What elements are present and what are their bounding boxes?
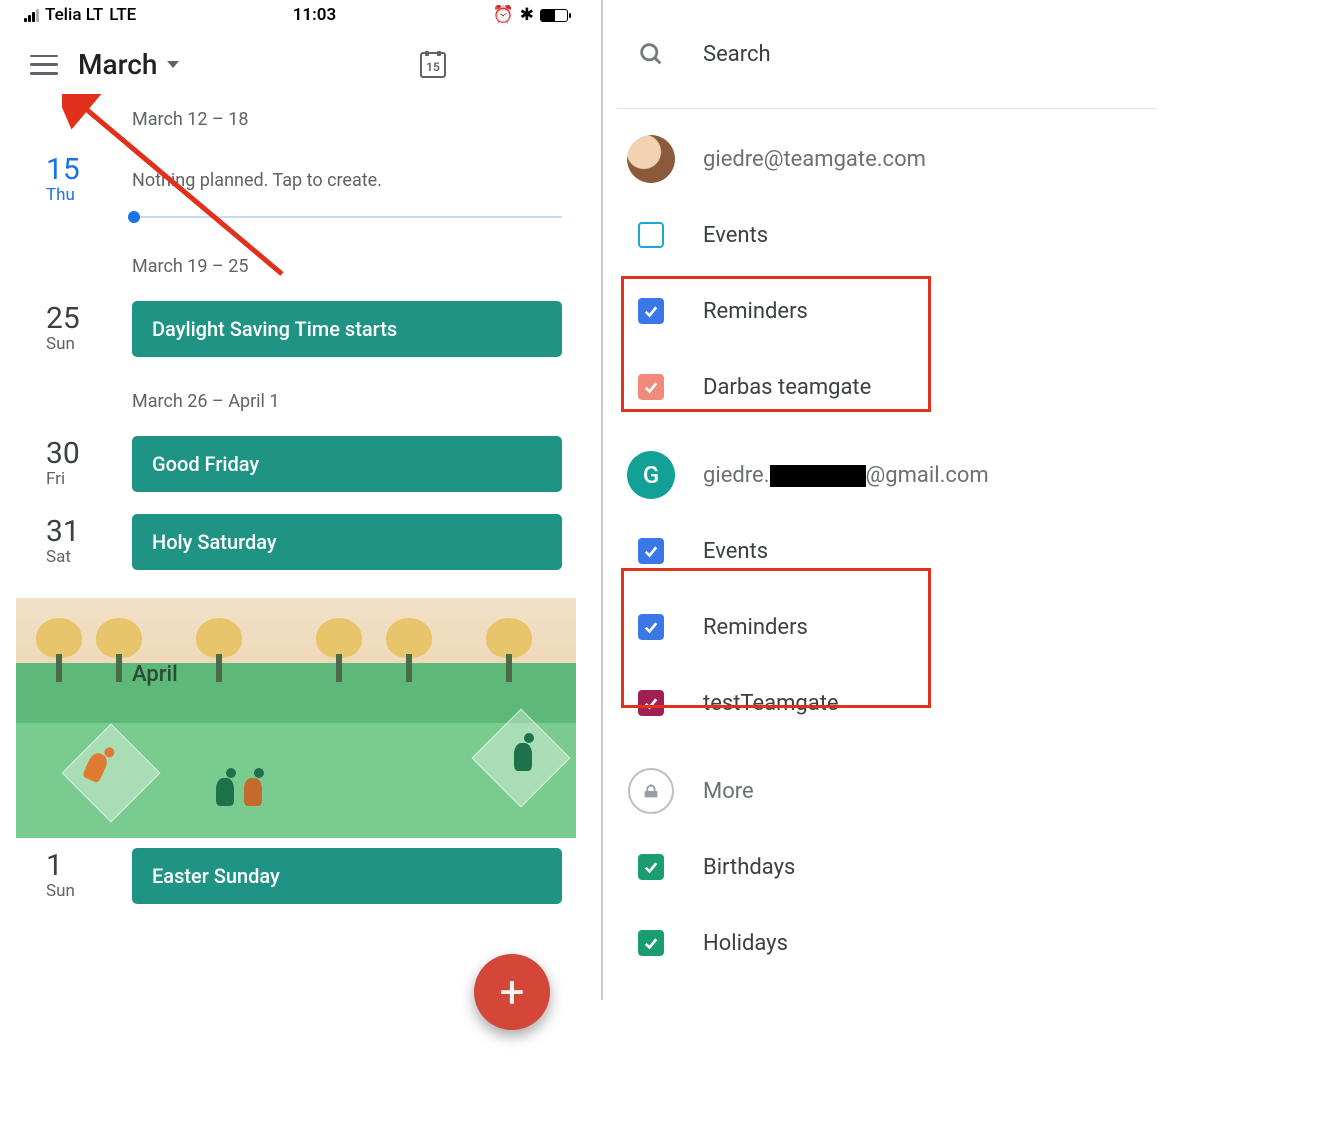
day-name: Sun — [46, 881, 75, 901]
calendar-label: Reminders — [703, 615, 808, 640]
day-number: 30 — [46, 439, 80, 469]
day-number: 25 — [46, 304, 80, 334]
agenda-list[interactable]: March 12 – 18 15 Thu Nothing planned. Ta… — [16, 91, 576, 910]
month-picker-button[interactable]: March — [78, 48, 400, 81]
calendar-toggle-reminders[interactable]: Reminders — [617, 273, 1157, 349]
day-number: 31 — [46, 517, 80, 547]
carrier-label: Telia LT — [45, 5, 103, 25]
avatar: G — [627, 451, 675, 499]
agenda-row[interactable]: 1 Sun Easter Sunday — [16, 842, 576, 910]
app-bar: March 15 — [16, 30, 576, 91]
menu-icon[interactable] — [30, 55, 58, 75]
account-email: giedre.@gmail.com — [703, 463, 989, 488]
agenda-row-today[interactable]: 15 Thu Nothing planned. Tap to create. — [16, 148, 576, 212]
week-range-label: March 19 – 25 — [16, 238, 576, 295]
calendar-label: Birthdays — [703, 855, 795, 880]
calendar-label: Events — [703, 223, 768, 248]
calendar-label: Events — [703, 539, 768, 564]
drawer-pane: Search giedre@teamgate.com Events Remind… — [617, 0, 1157, 1000]
checkbox-checked-icon[interactable] — [638, 854, 664, 880]
account-email: giedre@teamgate.com — [703, 147, 926, 172]
day-number: 15 — [46, 155, 80, 185]
today-button[interactable]: 15 — [420, 52, 446, 78]
calendar-toggle-darbas[interactable]: Darbas teamgate — [617, 349, 1157, 425]
day-name: Thu — [46, 185, 75, 205]
search-label: Search — [703, 42, 771, 67]
month-heading: April — [132, 662, 178, 687]
clock-label: 11:03 — [136, 5, 492, 25]
account-row[interactable]: G giedre.@gmail.com — [617, 425, 1157, 513]
calendar-toggle-events[interactable]: Events — [617, 197, 1157, 273]
calendar-label: Holidays — [703, 931, 788, 956]
pane-divider — [601, 0, 603, 1000]
checkbox-checked-icon[interactable] — [638, 538, 664, 564]
more-label: More — [703, 779, 754, 804]
checkbox-checked-icon[interactable] — [638, 374, 664, 400]
network-label: LTE — [109, 5, 136, 25]
day-name: Sat — [46, 547, 71, 567]
signal-icon — [24, 9, 39, 22]
bluetooth-icon: ✱ — [520, 5, 534, 25]
battery-icon — [540, 9, 568, 22]
event-pill[interactable]: Good Friday — [132, 436, 562, 492]
event-pill[interactable]: Easter Sunday — [132, 848, 562, 904]
checkbox-checked-icon[interactable] — [638, 930, 664, 956]
create-event-fab[interactable]: + — [474, 954, 550, 1030]
empty-day-hint[interactable]: Nothing planned. Tap to create. — [132, 170, 562, 191]
calendar-label: testTeamgate — [703, 691, 839, 716]
event-pill[interactable]: Holy Saturday — [132, 514, 562, 570]
more-calendars-row[interactable]: More — [617, 741, 1157, 829]
checkbox-checked-icon[interactable] — [638, 614, 664, 640]
calendar-toggle-testteamgate[interactable]: testTeamgate — [617, 665, 1157, 741]
agenda-row[interactable]: 30 Fri Good Friday — [16, 430, 576, 498]
event-pill[interactable]: Daylight Saving Time starts — [132, 301, 562, 357]
checkbox-checked-icon[interactable] — [638, 690, 664, 716]
status-bar: Telia LT LTE 11:03 ⏰ ✱ — [16, 0, 576, 30]
account-row[interactable]: giedre@teamgate.com — [617, 109, 1157, 197]
week-range-label: March 12 – 18 — [16, 91, 576, 148]
phone-calendar-pane: Telia LT LTE 11:03 ⏰ ✱ March 15 March 12… — [16, 0, 576, 1000]
month-label: March — [78, 48, 157, 81]
now-indicator — [132, 216, 562, 218]
calendar-toggle-events[interactable]: Events — [617, 513, 1157, 589]
calendar-label: Darbas teamgate — [703, 375, 871, 400]
avatar — [627, 135, 675, 183]
checkbox-unchecked-icon[interactable] — [638, 222, 664, 248]
week-range-label: March 26 – April 1 — [16, 363, 576, 430]
day-name: Fri — [46, 469, 65, 489]
checkbox-checked-icon[interactable] — [638, 298, 664, 324]
search-icon — [627, 30, 675, 78]
calendar-toggle-holidays[interactable]: Holidays — [617, 905, 1157, 981]
month-header-illustration: April — [16, 598, 576, 838]
agenda-row[interactable]: 31 Sat Holy Saturday — [16, 508, 576, 576]
more-icon — [628, 768, 674, 814]
day-number: 1 — [46, 851, 63, 881]
calendar-toggle-birthdays[interactable]: Birthdays — [617, 829, 1157, 905]
calendar-toggle-reminders[interactable]: Reminders — [617, 589, 1157, 665]
chevron-down-icon — [167, 61, 179, 68]
redacted-block — [770, 465, 866, 487]
plus-icon: + — [500, 966, 525, 1018]
agenda-row[interactable]: 25 Sun Daylight Saving Time starts — [16, 295, 576, 363]
day-name: Sun — [46, 334, 75, 354]
search-row[interactable]: Search — [617, 0, 1157, 109]
alarm-icon: ⏰ — [493, 5, 514, 25]
calendar-label: Reminders — [703, 299, 808, 324]
